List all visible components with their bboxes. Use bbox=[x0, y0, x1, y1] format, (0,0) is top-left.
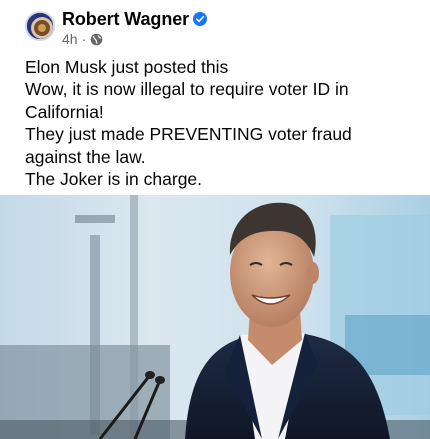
avatar-image bbox=[27, 13, 53, 39]
post-line: Elon Musk just posted this bbox=[25, 57, 229, 77]
post-text: Elon Musk just posted this Wow, it is no… bbox=[25, 56, 420, 190]
post-line: Wow, it is now illegal to require voter … bbox=[25, 79, 349, 100]
avatar[interactable] bbox=[25, 11, 55, 41]
verified-badge-icon bbox=[193, 12, 208, 26]
post-line: against the law. bbox=[25, 146, 146, 167]
meta-separator: · bbox=[81, 31, 87, 47]
post-time[interactable]: 4h bbox=[62, 31, 78, 47]
globe-icon[interactable] bbox=[90, 33, 103, 46]
post-photo[interactable] bbox=[0, 195, 430, 439]
author-name[interactable]: Robert Wagner bbox=[62, 9, 189, 30]
facebook-post: Robert Wagner 4h · Elon Musk just posted… bbox=[0, 0, 430, 439]
post-header: Robert Wagner 4h · bbox=[22, 8, 422, 52]
post-line: They just made PREVENTING voter fraud bbox=[25, 124, 352, 145]
photo-image bbox=[0, 195, 430, 439]
post-meta: 4h · bbox=[62, 31, 103, 47]
post-line: California! bbox=[25, 101, 104, 122]
post-line: The Joker is in charge. bbox=[25, 169, 203, 190]
name-row: Robert Wagner bbox=[62, 8, 208, 30]
